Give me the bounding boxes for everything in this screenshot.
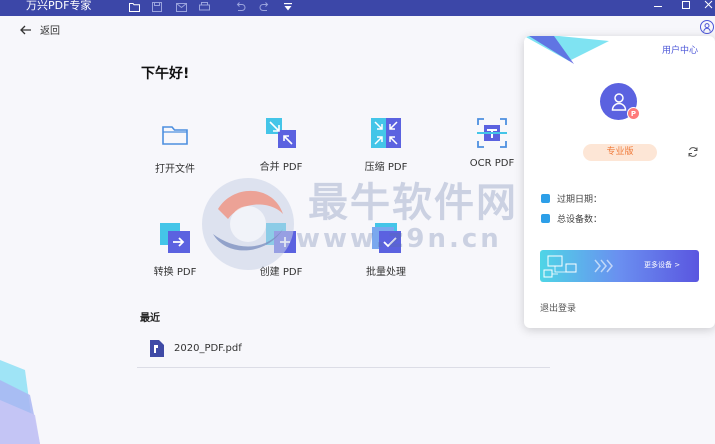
mail-icon[interactable]: [175, 1, 187, 13]
avatar: P: [600, 83, 640, 120]
back-button[interactable]: 返回: [20, 22, 60, 37]
title-bar: 万兴PDF专家: [0, 0, 715, 16]
greeting-title: 下午好!: [141, 66, 190, 82]
monitor-icon: [541, 214, 550, 223]
tool-label: 批量处理: [366, 267, 406, 278]
tool-ocr-pdf[interactable]: OCR PDF: [452, 116, 532, 169]
print-icon[interactable]: [198, 1, 210, 13]
tool-merge-pdf[interactable]: 合并 PDF: [241, 116, 321, 173]
tool-create-pdf[interactable]: 创建 PDF: [241, 221, 321, 278]
user-icon: [703, 22, 711, 32]
tool-compress-pdf[interactable]: 压缩 PDF: [346, 116, 426, 173]
save-icon[interactable]: [151, 1, 163, 13]
tool-label: 压缩 PDF: [364, 162, 408, 173]
user-account-button[interactable]: [700, 20, 714, 34]
watermark-text: 最牛软件网: [308, 180, 518, 226]
ocr-icon: [477, 118, 507, 148]
recent-section-title: 最近: [140, 313, 160, 324]
tool-convert-pdf[interactable]: 转换 PDF: [135, 221, 215, 278]
more-devices-banner[interactable]: 更多设备 >: [540, 250, 699, 282]
open-folder-icon[interactable]: [128, 1, 140, 13]
calendar-icon: [541, 194, 550, 203]
tool-label: 转换 PDF: [153, 267, 197, 278]
tool-label: OCR PDF: [469, 158, 515, 169]
corner-decoration: [0, 360, 40, 444]
create-icon: [266, 223, 296, 253]
pdf-file-icon: [150, 340, 164, 357]
devices-label: 总设备数：: [557, 215, 603, 225]
quick-access-dropdown-icon[interactable]: [282, 1, 294, 13]
expiry-label: 过期日期：: [557, 195, 603, 205]
refresh-icon[interactable]: [687, 146, 699, 158]
compress-icon: [371, 118, 401, 148]
recent-file-item[interactable]: 2020_PDF.pdf: [150, 340, 242, 357]
undo-icon[interactable]: [234, 1, 246, 13]
tool-batch-process[interactable]: 批量处理: [346, 221, 426, 278]
close-icon[interactable]: [704, 0, 714, 14]
pro-avatar-badge: P: [627, 107, 640, 120]
batch-icon: [372, 223, 401, 253]
tool-label: 合并 PDF: [259, 162, 303, 173]
user-center-link[interactable]: 用户中心: [662, 43, 698, 56]
edition-badge: 专业版: [583, 144, 657, 161]
maximize-icon[interactable]: [681, 0, 691, 14]
folder-icon: [162, 126, 188, 145]
account-panel: 用户中心 P 专业版 过期日期： 总设备数： 更多设备 > 退出登录: [524, 36, 715, 328]
devices-illustration-icon: [543, 255, 613, 278]
recent-file-name: 2020_PDF.pdf: [174, 343, 242, 354]
merge-icon: [266, 118, 296, 148]
logout-button[interactable]: 退出登录: [540, 301, 576, 314]
tool-open-file[interactable]: 打开文件: [135, 118, 215, 175]
back-label: 返回: [40, 26, 60, 37]
tool-label: 打开文件: [155, 164, 195, 175]
redo-icon[interactable]: [258, 1, 270, 13]
devices-row: 总设备数：: [541, 212, 602, 225]
tool-label: 创建 PDF: [259, 267, 303, 278]
minimize-icon[interactable]: [653, 0, 663, 14]
app-title: 万兴PDF专家: [26, 0, 92, 12]
user-avatar-icon: [611, 92, 626, 111]
divider: [137, 367, 550, 368]
arrow-left-icon: [20, 25, 31, 34]
convert-icon: [160, 223, 190, 253]
expiry-row: 过期日期：: [541, 192, 602, 205]
more-devices-label: 更多设备 >: [644, 261, 681, 269]
